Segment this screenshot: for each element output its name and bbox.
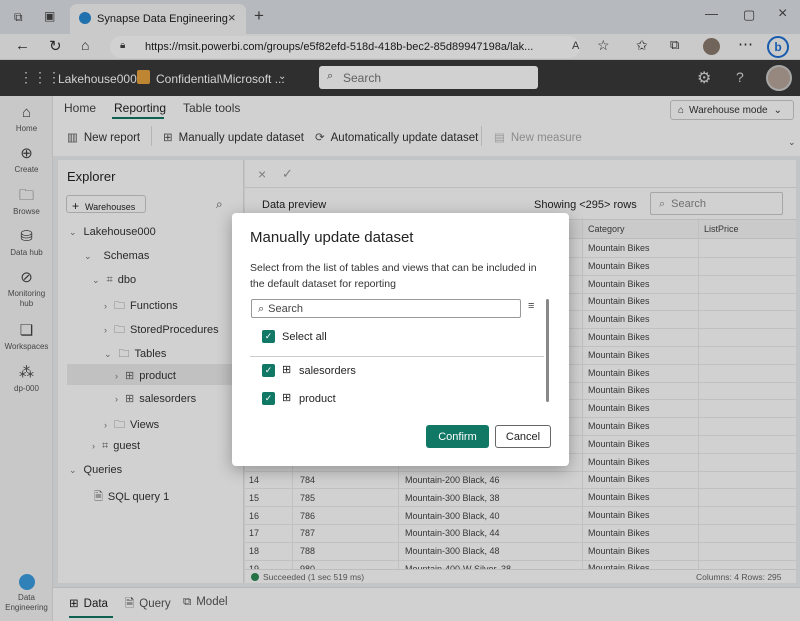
manually-update-dataset-dialog: Manually update dataset Select from the … <box>232 213 569 466</box>
product-label: product <box>299 393 336 405</box>
confirm-button[interactable]: Confirm <box>426 425 489 448</box>
divider <box>250 356 544 357</box>
cancel-button[interactable]: Cancel <box>495 425 551 448</box>
table-icon: ⊞ <box>282 364 292 376</box>
product-checkbox[interactable]: ✓ <box>262 392 275 405</box>
search-icon: ⌕ <box>258 303 265 315</box>
dialog-search-input[interactable]: ⌕ Search <box>251 299 521 318</box>
salesorders-label: salesorders <box>299 365 356 377</box>
filter-icon[interactable]: ≡ <box>528 300 534 312</box>
select-all-checkbox[interactable]: ✓ <box>262 330 275 343</box>
list-scrollbar[interactable] <box>546 299 549 402</box>
salesorders-checkbox[interactable]: ✓ <box>262 364 275 377</box>
dialog-title: Manually update dataset <box>250 229 414 246</box>
table-icon: ⊞ <box>282 392 292 404</box>
select-all-label: Select all <box>282 331 327 343</box>
dialog-description: Select from the list of tables and views… <box>250 262 537 290</box>
